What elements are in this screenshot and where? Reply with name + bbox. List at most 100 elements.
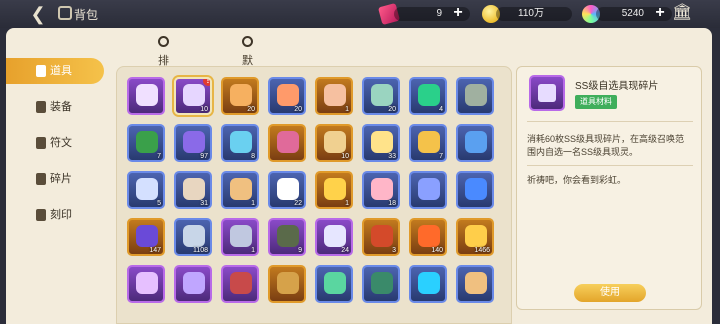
item-icon: [136, 272, 158, 294]
item-quantity: 7: [439, 153, 443, 160]
item-slot[interactable]: 7: [127, 124, 165, 162]
item-slot[interactable]: [315, 265, 353, 303]
item-slot[interactable]: 4: [409, 77, 447, 115]
item-slot[interactable]: 20: [362, 77, 400, 115]
item-slot[interactable]: 1: [221, 171, 259, 209]
item-slot[interactable]: 33: [362, 124, 400, 162]
item-slot[interactable]: [268, 124, 306, 162]
item-icon: [371, 84, 393, 106]
category-1[interactable]: 装备: [6, 94, 104, 120]
item-icon: [324, 225, 346, 247]
item-quantity: 147: [149, 247, 161, 254]
shard-art-icon: [538, 84, 556, 102]
category-label: 装备: [50, 101, 72, 113]
category-4[interactable]: 刻印: [6, 202, 104, 228]
item-icon: [230, 84, 252, 106]
sort-icon: [158, 36, 169, 47]
item-slot[interactable]: 1108: [174, 218, 212, 256]
item-quantity: 20: [294, 106, 302, 113]
item-slot[interactable]: 9: [268, 218, 306, 256]
item-slot[interactable]: 8: [221, 124, 259, 162]
item-slot[interactable]: [409, 171, 447, 209]
item-icon: [277, 225, 299, 247]
item-quantity: 10: [341, 153, 349, 160]
rune-icon: [36, 137, 46, 149]
item-icon: [371, 272, 393, 294]
divider: [527, 121, 693, 122]
item-icon: [277, 272, 299, 294]
item-slot[interactable]: [362, 265, 400, 303]
item-icon: [465, 84, 487, 106]
item-slot[interactable]: [127, 265, 165, 303]
detail-item-flavor: 祈祷吧，你会看到彩虹。: [527, 175, 627, 185]
item-icon: [136, 84, 158, 106]
item-slot[interactable]: 18: [362, 171, 400, 209]
item-slot[interactable]: 1: [221, 218, 259, 256]
item-icon: [371, 131, 393, 153]
item-slot[interactable]: [456, 77, 494, 115]
add-gem-button[interactable]: +: [652, 5, 668, 22]
item-icon: [418, 178, 440, 200]
item-icon: [371, 178, 393, 200]
item-quantity: 7: [157, 153, 161, 160]
item-slot[interactable]: 1: [315, 171, 353, 209]
item-slot[interactable]: 5: [127, 171, 165, 209]
use-button[interactable]: 使用: [574, 284, 646, 302]
item-icon: [418, 225, 440, 247]
item-slot[interactable]: 1466: [456, 218, 494, 256]
item-icon: [418, 272, 440, 294]
item-slot[interactable]: [221, 265, 259, 303]
item-slot[interactable]: 22: [268, 171, 306, 209]
item-slot[interactable]: [409, 265, 447, 303]
item-quantity: 33: [388, 153, 396, 160]
item-slot[interactable]: [456, 265, 494, 303]
item-slot[interactable]: 97: [174, 124, 212, 162]
seal-icon: [36, 209, 46, 221]
item-slot[interactable]: 147: [127, 218, 165, 256]
item-slot[interactable]: [268, 265, 306, 303]
item-slot[interactable]: 3: [362, 218, 400, 256]
item-slot[interactable]: 20: [221, 77, 259, 115]
item-icon: [183, 272, 205, 294]
item-slot[interactable]: [127, 77, 165, 115]
item-slot[interactable]: [456, 171, 494, 209]
item-icon: [418, 84, 440, 106]
item-icon: [324, 178, 346, 200]
bank-icon[interactable]: 🏛: [672, 4, 692, 22]
item-icon: [465, 131, 487, 153]
item-slot[interactable]: 24: [315, 218, 353, 256]
item-quantity: 1: [251, 200, 255, 207]
item-quantity: 97: [200, 153, 208, 160]
item-slot[interactable]: 10: [315, 124, 353, 162]
add-ticket-button[interactable]: +: [450, 5, 466, 22]
item-quantity: 140: [431, 247, 443, 254]
item-slot[interactable]: 1: [315, 77, 353, 115]
item-icon: [230, 131, 252, 153]
detail-item-icon: [529, 75, 565, 111]
item-quantity: 8: [251, 153, 255, 160]
item-slot[interactable]: 140: [409, 218, 447, 256]
item-slot[interactable]: [174, 265, 212, 303]
sort-button[interactable]: 排序: [158, 34, 173, 85]
top-bar: ❮ 背包 9 + 110万 5240 + 🏛: [0, 0, 720, 28]
item-icon: [230, 178, 252, 200]
item-slot[interactable]: [456, 124, 494, 162]
page-title: 背包: [74, 8, 99, 22]
back-arrow-icon[interactable]: ❮: [24, 4, 52, 24]
item-quantity: 24: [341, 247, 349, 254]
category-0[interactable]: 道具: [6, 58, 104, 84]
category-2[interactable]: 符文: [6, 130, 104, 156]
sword-icon: [36, 101, 46, 113]
item-slot[interactable]: 31: [174, 171, 212, 209]
item-quantity: 18: [388, 200, 396, 207]
item-quantity: 1108: [192, 247, 208, 254]
item-icon: [465, 272, 487, 294]
default-order-button[interactable]: 默认: [242, 34, 257, 85]
item-slot[interactable]: 10!: [174, 77, 212, 115]
category-3[interactable]: 碎片: [6, 166, 104, 192]
default-icon: [242, 36, 253, 47]
detail-item-description: 消耗60枚SS级具现碎片，在高级召唤范围内自选一名SS级具现灵。: [527, 134, 685, 157]
item-slot[interactable]: 7: [409, 124, 447, 162]
item-slot[interactable]: 20: [268, 77, 306, 115]
item-icon: [465, 178, 487, 200]
